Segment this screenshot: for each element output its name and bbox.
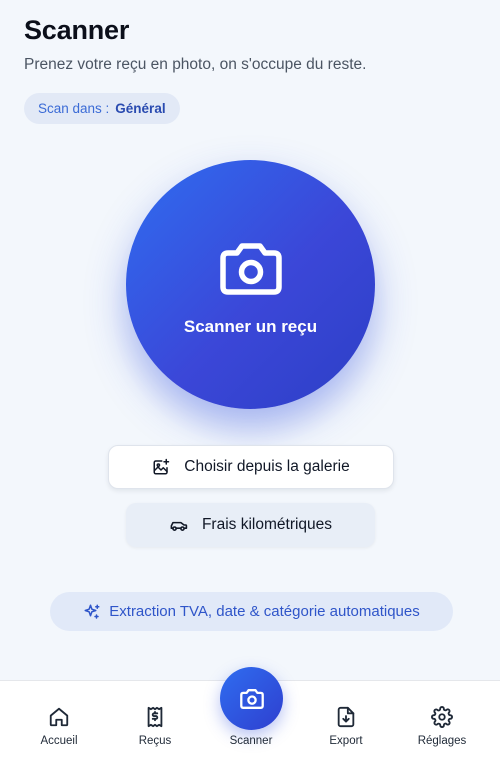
sparkles-icon: [84, 604, 100, 619]
mileage-expenses-label: Frais kilométriques: [201, 516, 333, 533]
home-icon: [49, 707, 69, 727]
nav-item-scanner[interactable]: [220, 667, 283, 730]
nav-label-receipts: Reçus: [138, 735, 172, 747]
nav-label-settings: Réglages: [417, 735, 467, 747]
nav-item-receipts[interactable]: Reçus: [115, 706, 195, 747]
choose-gallery-label: Choisir depuis la galerie: [184, 458, 350, 475]
auto-extraction-label: Extraction TVA, date & catégorie automat…: [109, 603, 420, 620]
scan-scope-chip[interactable]: Scan dans : Général: [24, 93, 180, 124]
scope-label: Scan dans :: [38, 101, 110, 116]
gear-icon: [431, 706, 453, 728]
image-plus-icon: [153, 458, 170, 475]
nav-item-home[interactable]: Accueil: [19, 706, 99, 747]
camera-icon: [219, 242, 282, 295]
receipt-icon: [147, 706, 163, 728]
nav-label-scanner: Scanner: [229, 735, 273, 747]
download-icon: [337, 706, 355, 728]
page-subtitle: Prenez votre reçu en photo, on s'occupe …: [24, 56, 367, 73]
nav-item-export[interactable]: Export: [306, 706, 386, 747]
auto-extraction-hint: Extraction TVA, date & catégorie automat…: [50, 592, 453, 631]
page-title: Scanner: [24, 15, 130, 45]
camera-icon: [239, 688, 264, 709]
nav-label-export: Export: [329, 735, 363, 747]
scan-receipt-label: Scanner un reçu: [183, 316, 318, 336]
choose-gallery-button[interactable]: Choisir depuis la galerie: [108, 445, 394, 489]
mileage-expenses-button[interactable]: Frais kilométriques: [126, 503, 375, 547]
nav-item-settings[interactable]: Réglages: [402, 706, 482, 747]
scope-value: Général: [115, 101, 166, 116]
car-icon: [170, 521, 188, 531]
scan-receipt-button[interactable]: Scanner un reçu: [126, 160, 375, 409]
nav-label-home: Accueil: [40, 735, 78, 747]
